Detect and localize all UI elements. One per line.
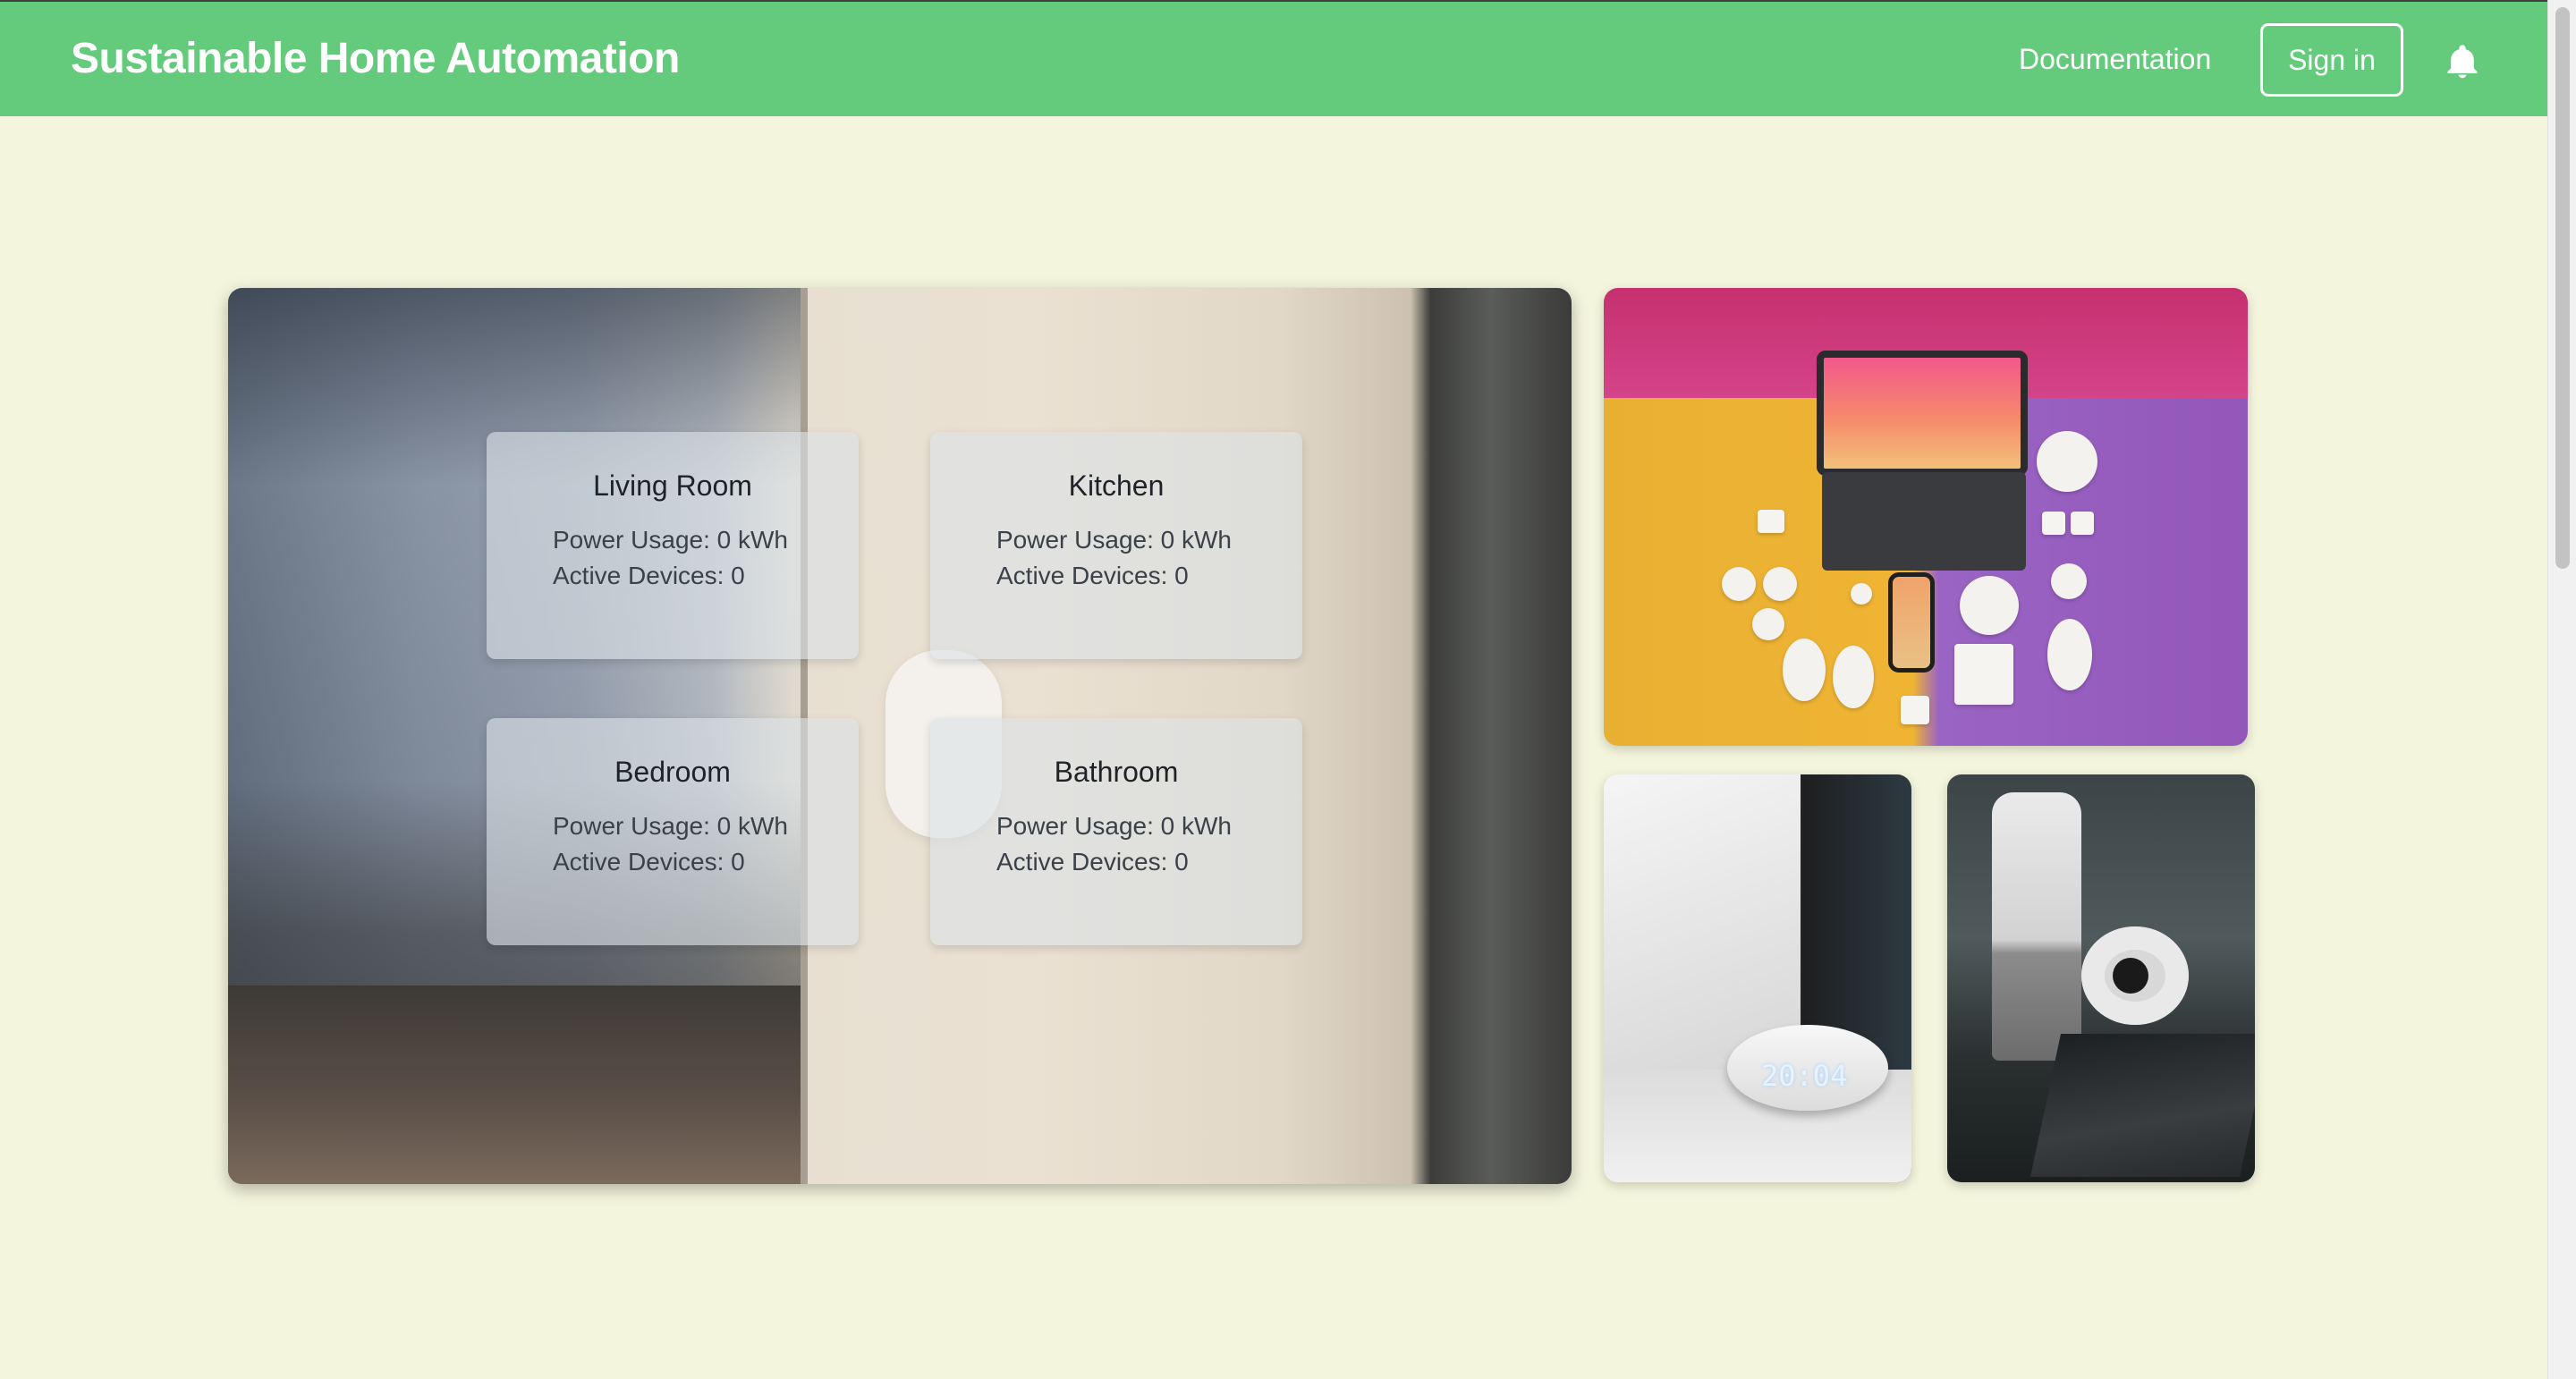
room-card-title: Kitchen xyxy=(1068,470,1165,502)
camera-lens-image-part xyxy=(2113,958,2148,994)
smart-speaker-image-part xyxy=(1992,792,2081,1061)
room-active-devices: Active Devices: 0 xyxy=(553,562,745,589)
brand-title[interactable]: Sustainable Home Automation xyxy=(71,34,680,83)
room-power-usage: Power Usage: 0 kWh xyxy=(996,526,1232,554)
sensor-image-part xyxy=(2051,563,2087,599)
bulb-image-part xyxy=(1833,646,1874,708)
room-active-devices: Active Devices: 0 xyxy=(996,562,1189,589)
google-home-camera-image xyxy=(1947,774,2255,1182)
room-power-usage: Power Usage: 0 kWh xyxy=(553,812,788,840)
room-card-bathroom[interactable]: Bathroom Power Usage: 0 kWh Active Devic… xyxy=(930,718,1302,945)
bell-icon[interactable] xyxy=(2443,42,2482,81)
button-image-part xyxy=(1901,696,1929,724)
sensor-image-part xyxy=(1722,567,1756,601)
background-photo-bed xyxy=(228,986,801,1184)
room-active-devices: Active Devices: 0 xyxy=(996,848,1189,876)
room-card-bedroom[interactable]: Bedroom Power Usage: 0 kWh Active Device… xyxy=(487,718,859,945)
tablet-image-part xyxy=(1817,351,2028,476)
scrollbar-thumb[interactable] xyxy=(2555,7,2570,569)
room-power-usage: Power Usage: 0 kWh xyxy=(553,526,788,554)
page-scrollbar[interactable] xyxy=(2547,0,2576,1379)
keyboard-image-part xyxy=(1822,472,2026,571)
documentation-link[interactable]: Documentation xyxy=(2019,43,2211,76)
sensor-image-part xyxy=(1752,608,1784,640)
speaker-clock-display: 20:04 xyxy=(1761,1059,1848,1093)
plug-image-part xyxy=(2071,512,2094,535)
room-active-devices: Active Devices: 0 xyxy=(553,848,745,876)
room-card-kitchen[interactable]: Kitchen Power Usage: 0 kWh Active Device… xyxy=(930,432,1302,659)
room-card-living-room[interactable]: Living Room Power Usage: 0 kWh Active De… xyxy=(487,432,859,659)
room-card-title: Bathroom xyxy=(1054,756,1179,788)
room-power-usage: Power Usage: 0 kWh xyxy=(996,812,1232,840)
sensor-image-part xyxy=(1851,583,1872,605)
laptop-image-part xyxy=(2029,1034,2255,1177)
top-navigation-bar: Sustainable Home Automation Documentatio… xyxy=(0,0,2547,116)
plug-image-part xyxy=(1758,510,1784,533)
room-overview-panel: Living Room Power Usage: 0 kWh Active De… xyxy=(228,288,1572,1184)
sensor-image-part xyxy=(1763,567,1797,601)
echo-dot-clock-image: 20:04 xyxy=(1604,774,1911,1182)
phone-image-part xyxy=(1888,572,1935,673)
room-card-title: Bedroom xyxy=(614,756,731,788)
sensor-image-part xyxy=(1960,576,2019,635)
camera-image-part xyxy=(2037,431,2097,492)
plug-image-part xyxy=(2042,512,2065,535)
bulb-image-part xyxy=(1783,639,1826,701)
sign-in-button[interactable]: Sign in xyxy=(2260,23,2403,97)
smart-devices-flatlay-image xyxy=(1604,288,2248,746)
bulb-image-part xyxy=(2047,619,2092,690)
room-card-title: Living Room xyxy=(593,470,752,502)
switch-image-part xyxy=(1954,644,2013,705)
